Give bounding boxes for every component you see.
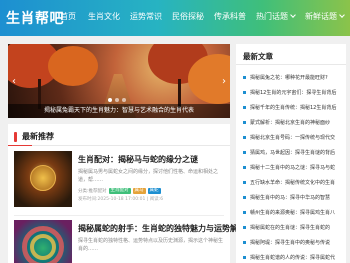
- sidebar-item-label: 揭秘十二生肖中的马之谜：探寻马与蛇: [250, 165, 336, 171]
- slider-image-tree: [48, 46, 98, 86]
- sidebar-item-label: 揭秘北京生肖号码：一探传统与现代交: [250, 135, 336, 141]
- divider: [236, 64, 346, 65]
- recommend-title: 最新推荐: [22, 132, 54, 141]
- sidebar-item-label: 探秘千年的生肖传统：揭秘12生肖背后: [250, 105, 337, 111]
- article-tag[interactable]: 属蛇: [147, 188, 161, 194]
- article-tag[interactable]: 生肖配对: [108, 188, 131, 194]
- sidebar-item[interactable]: 赣州生肖的来源奥秘：探寻属鸡生肖八: [236, 205, 346, 220]
- sidebar-item[interactable]: 探秘千年的生肖传统：揭秘12生肖背后: [236, 100, 346, 115]
- slider-dots: [108, 98, 126, 102]
- nav-item-folklore[interactable]: 民俗探秘: [172, 11, 204, 22]
- bullet-icon: [243, 76, 246, 79]
- article-tag[interactable]: 属马: [132, 188, 146, 194]
- heading-accent-bar: [14, 131, 17, 142]
- nav-item-hot-topics-label: 热门话题: [256, 12, 288, 21]
- chevron-down-icon: [290, 12, 296, 18]
- bullet-icon: [243, 151, 246, 154]
- bullet-icon: [243, 196, 246, 199]
- bullet-icon: [243, 166, 246, 169]
- slider-caption[interactable]: 揭秘属兔霸天下的生肖魅力：智慧与艺术融合的生肖代表: [8, 104, 230, 118]
- slider-dot[interactable]: [115, 98, 119, 102]
- article-date: 发布时间:2025-10-18 17:00:01 | 阅读:6: [78, 197, 164, 202]
- sidebar-latest: 最新文章 揭秘属兔之花：哪种花开最能旺财? 揭秘12生肖的元宇宙们：探寻生肖背后…: [236, 44, 346, 263]
- sidebar-item-label: 揭秘属蛇在的生肖谜：探寻生肖蛇的: [250, 225, 331, 231]
- divider: [14, 215, 224, 216]
- nav-item-hot-topics[interactable]: 热门话题: [256, 11, 296, 22]
- site-header: 生肖帮吧 首页 生肖文化 运势常识 民俗探秘 传承科普 热门话题 新鲜话题: [0, 0, 350, 36]
- sidebar-item-label: 猜属鸡，马世起因：探寻生肖谜的背后: [250, 150, 336, 156]
- bullet-icon: [243, 241, 246, 244]
- slider-prev-icon[interactable]: ‹: [12, 76, 16, 87]
- nav-item-heritage[interactable]: 传承科普: [214, 11, 246, 22]
- nav-item-home[interactable]: 首页: [60, 11, 76, 22]
- recommend-panel: 最新推荐 生肖配对：揭秘马与蛇的缘分之谜 揭秘属马男与属蛇女之间的缘分，探讨他们…: [8, 124, 246, 263]
- recommend-heading: 最新推荐: [14, 131, 54, 142]
- slider-dot[interactable]: [122, 98, 126, 102]
- bullet-icon: [243, 181, 246, 184]
- sidebar-item[interactable]: 猜属鸡，马世起因：探寻生肖谜的背后: [236, 145, 346, 160]
- sidebar-item[interactable]: 揭秘生肖中的马：探寻中华马的智慧: [236, 190, 346, 205]
- sidebar-item[interactable]: 五行缺水羊命：揭秘传统文化中的生肖: [236, 175, 346, 190]
- bullet-icon: [243, 256, 246, 259]
- sidebar-item[interactable]: 揭秘十二生肖中的马之谜：探寻马与蛇: [236, 160, 346, 175]
- sidebar-item[interactable]: 揭秘属兔之花：哪种花开最能旺财?: [236, 70, 346, 85]
- article-thumbnail[interactable]: [14, 151, 72, 207]
- ring-image: [30, 234, 56, 260]
- sidebar-list: 揭秘属兔之花：哪种花开最能旺财? 揭秘12生肖的元宇宙们：探寻生肖背后 探秘千年…: [236, 70, 346, 263]
- slider-next-icon[interactable]: ›: [222, 76, 226, 87]
- sidebar-item-label: 蒙式解析：揭秘北京生肖的神秘面纱: [250, 120, 331, 126]
- article-summary: 揭秘属马男与属蛇女之间的缘分，探讨他们性格、命运和相处之道，帮……: [78, 169, 219, 183]
- sidebar-item[interactable]: 揭秘生肖蛇谱的人的传说：探寻属蛇代: [236, 250, 346, 263]
- slider-dot[interactable]: [108, 98, 112, 102]
- nav-item-culture[interactable]: 生肖文化: [88, 11, 120, 22]
- sidebar-title: 最新文章: [243, 52, 273, 61]
- sidebar-item-label: 揭秘属兔之花：哪种花开最能旺财?: [250, 75, 328, 81]
- bullet-icon: [243, 136, 246, 139]
- bullet-icon: [243, 91, 246, 94]
- bullet-icon: [243, 226, 246, 229]
- article-title[interactable]: 揭秘属蛇的射手：生肖蛇的独特魅力与运势解析: [78, 223, 246, 234]
- main-nav: 首页 生肖文化 运势常识 民俗探秘 传承科普 热门话题 新鲜话题: [60, 11, 350, 22]
- sidebar-item-label: 五行缺水羊命：揭秘传统文化中的生肖: [250, 180, 336, 186]
- nav-item-fortune[interactable]: 运势常识: [130, 11, 162, 22]
- sidebar-item-label: 揭秘阿堤：探寻生肖中的奥秘与传说: [250, 240, 331, 246]
- divider: [8, 145, 230, 146]
- chevron-down-icon: [339, 12, 345, 18]
- article-thumbnail[interactable]: [14, 220, 72, 263]
- coin-image: [30, 165, 56, 191]
- sidebar-item[interactable]: 揭秘阿堤：探寻生肖中的奥秘与传说: [236, 235, 346, 250]
- sidebar-item-label: 揭秘生肖中的马：探寻中华马的智慧: [250, 195, 331, 201]
- nav-item-new-topics-label: 新鲜话题: [305, 12, 337, 21]
- article-title[interactable]: 生肖配对：揭秘马与蛇的缘分之谜: [78, 154, 198, 165]
- hero-slider[interactable]: ‹ › 揭秘属兔霸天下的生肖魅力：智慧与艺术融合的生肖代表: [8, 44, 230, 118]
- sidebar-item[interactable]: 蒙式解析：揭秘北京生肖的神秘面纱: [236, 115, 346, 130]
- article-meta: 分类:推荐配对 生肖配对 属马 属蛇: [78, 188, 161, 194]
- bullet-icon: [243, 106, 246, 109]
- sidebar-item[interactable]: 揭秘12生肖的元宇宙们：探寻生肖背后: [236, 85, 346, 100]
- bullet-icon: [243, 211, 246, 214]
- sidebar-item[interactable]: 揭秘属蛇在的生肖谜：探寻生肖蛇的: [236, 220, 346, 235]
- site-logo[interactable]: 生肖帮吧: [6, 8, 64, 28]
- article-category[interactable]: 分类:推荐配对: [78, 188, 107, 194]
- bullet-icon: [243, 121, 246, 124]
- sidebar-item-label: 揭秘生肖蛇谱的人的传说：探寻属蛇代: [250, 255, 336, 261]
- article-summary: 探寻生肖蛇的独特性格、运势特点以及历史渊源，揭示这个神秘生肖的……: [78, 238, 224, 252]
- sidebar-item-label: 揭秘12生肖的元宇宙们：探寻生肖背后: [250, 90, 337, 96]
- sidebar-item-label: 赣州生肖的来源奥秘：探寻属鸡生肖八: [250, 210, 336, 216]
- sidebar-item[interactable]: 揭秘北京生肖号码：一探传统与现代交: [236, 130, 346, 145]
- nav-item-new-topics[interactable]: 新鲜话题: [305, 11, 345, 22]
